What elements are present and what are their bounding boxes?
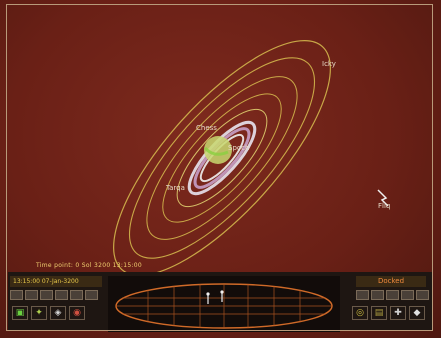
star-map-icon[interactable]: ✦ [31,306,47,320]
label-ship: Fliq [378,202,390,210]
function-key-3[interactable] [40,290,53,300]
label-tarqa[interactable]: Tarqa [165,184,185,192]
game-screen: Icky Chess Spoch Tarqa Fliq Time point: … [0,0,441,338]
function-key-1[interactable] [10,290,23,300]
function-key-8[interactable] [371,290,384,300]
view-icon[interactable]: ▣ [12,306,28,320]
equipment-icon[interactable]: ✚ [390,306,406,320]
function-key-11[interactable] [416,290,429,300]
radar-scanner[interactable] [108,276,340,332]
right-icon-panel: ◎ ▤ ✚ ◆ [352,306,425,320]
function-key-5[interactable] [70,290,83,300]
function-key-4[interactable] [55,290,68,300]
scanner-contact-1-dot [206,292,210,296]
ship-status-display: Docked [356,276,426,287]
function-key-9[interactable] [386,290,399,300]
function-key-2[interactable] [25,290,38,300]
status-icon[interactable]: ◆ [409,306,425,320]
right-function-keys [356,290,429,300]
function-key-6[interactable] [85,290,98,300]
target-icon[interactable]: ◎ [352,306,368,320]
label-chess[interactable]: Chess [196,124,217,132]
ship-marker[interactable]: Fliq [377,189,390,210]
comms-icon[interactable]: ◈ [50,306,66,320]
label-spoch[interactable]: Spoch [228,144,249,152]
stardate-display: 13:15:00 07-Jan-3200 [10,276,102,287]
function-key-7[interactable] [356,290,369,300]
scanner-contact-2-dot [220,290,224,294]
info-icon[interactable]: ◉ [69,306,85,320]
cargo-icon[interactable]: ▤ [371,306,387,320]
time-point-readout: Time point: 0 Sol 3200 13:15:00 [36,262,143,269]
function-key-10[interactable] [401,290,414,300]
left-icon-panel: ▣ ✦ ◈ ◉ [12,306,85,320]
label-icky[interactable]: Icky [322,60,336,68]
left-function-keys [10,290,98,300]
